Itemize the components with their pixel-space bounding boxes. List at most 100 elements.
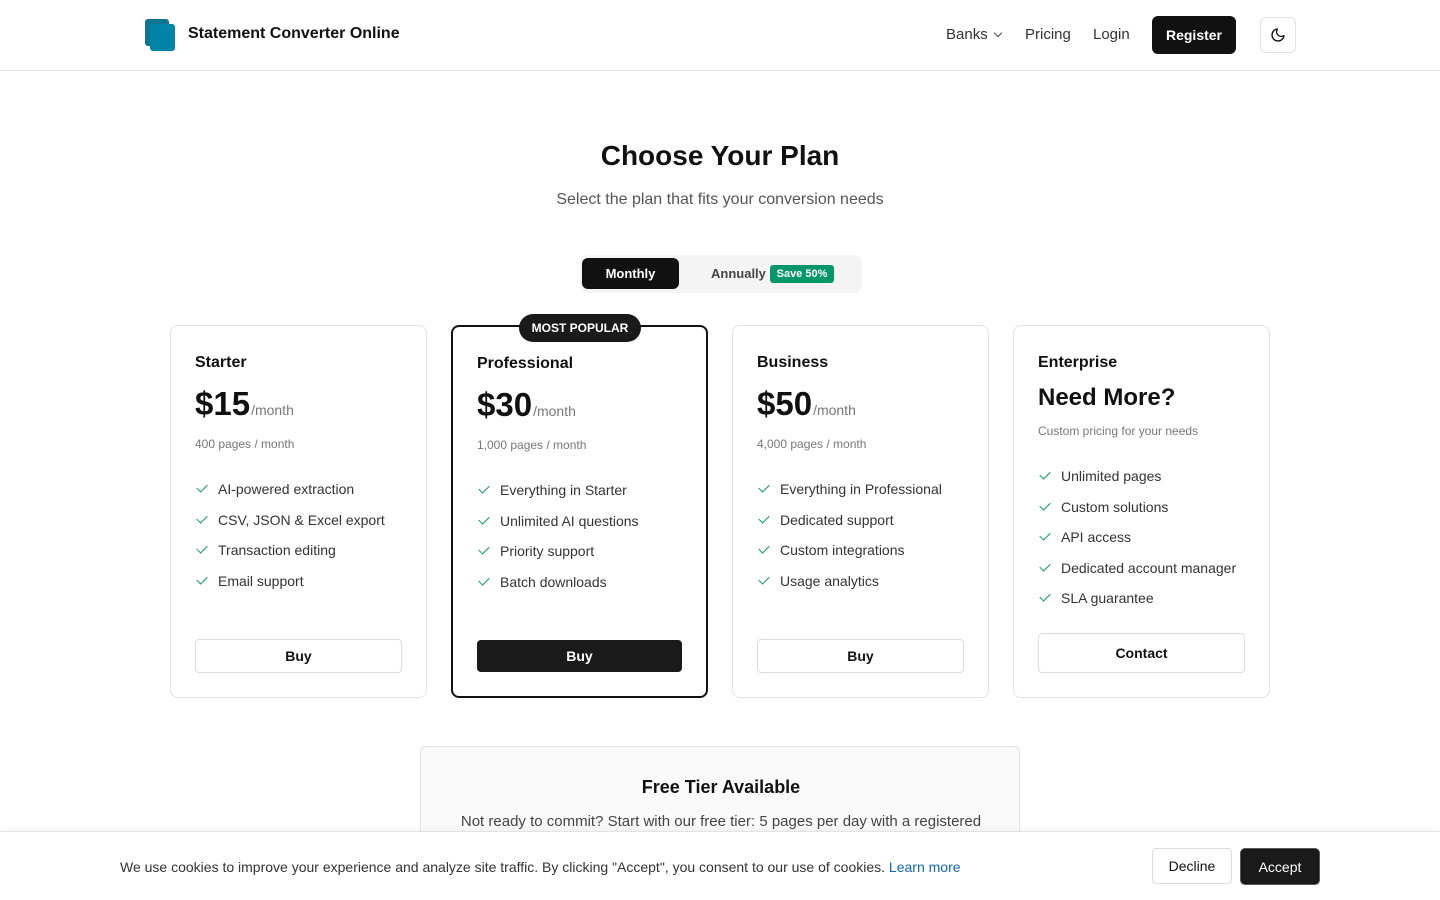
feature-label: AI-powered extraction — [218, 481, 355, 498]
plan-card-professional: Professional $30/month 1,000 pages / mon… — [451, 325, 708, 698]
price-amount: $15 — [195, 385, 251, 422]
feature-label: SLA guarantee — [1061, 590, 1154, 607]
feature-item: Dedicated support — [757, 505, 942, 536]
plan-pages: 400 pages / month — [195, 437, 295, 451]
price-amount: $50 — [757, 385, 813, 422]
feature-label: Everything in Starter — [500, 482, 627, 499]
contact-enterprise-button[interactable]: Contact — [1038, 633, 1245, 673]
check-icon — [478, 543, 490, 555]
plan-card-enterprise: Enterprise Need More? Custom pricing for… — [1013, 325, 1270, 698]
check-icon — [758, 512, 770, 524]
feature-item: Everything in Starter — [477, 475, 639, 506]
feature-item: Custom integrations — [757, 535, 942, 566]
check-icon — [758, 481, 770, 493]
plan-name: Enterprise — [1038, 354, 1118, 371]
check-icon — [1039, 529, 1051, 541]
check-icon — [196, 481, 208, 493]
moon-icon — [1271, 28, 1285, 42]
feature-item: CSV, JSON & Excel export — [195, 505, 385, 536]
page-subtitle: Select the plan that fits your conversio… — [556, 191, 884, 208]
page-title: Choose Your Plan — [600, 140, 840, 171]
check-icon — [478, 574, 490, 586]
feature-item: Everything in Professional — [757, 474, 942, 505]
cookie-message: We use cookies to improve your experienc… — [120, 858, 961, 876]
register-button[interactable]: Register — [1152, 16, 1236, 54]
brand-name[interactable]: Statement Converter Online — [188, 24, 400, 44]
feature-list: Everything in Starter Unlimited AI quest… — [477, 475, 639, 597]
nav-banks-label: Banks — [946, 26, 988, 43]
nav-pricing-link[interactable]: Pricing — [1025, 25, 1071, 45]
logo-icon[interactable] — [145, 19, 175, 51]
accept-cookies-button[interactable]: Accept — [1240, 848, 1320, 885]
nav-login-link[interactable]: Login — [1093, 25, 1130, 45]
feature-label: Dedicated account manager — [1061, 559, 1237, 576]
billing-toggle: Monthly Annually Save 50% — [580, 255, 862, 293]
feature-item: Custom solutions — [1038, 492, 1236, 523]
feature-item: Priority support — [477, 536, 639, 567]
feature-label: CSV, JSON & Excel export — [218, 511, 385, 528]
free-tier-text: Not ready to commit? Start with our free… — [460, 813, 982, 830]
price-amount: $30 — [477, 386, 533, 423]
feature-item: API access — [1038, 522, 1236, 553]
feature-list: Everything in Professional Dedicated sup… — [757, 474, 942, 596]
price-period: /month — [533, 403, 576, 419]
feature-item: Unlimited AI questions — [477, 506, 639, 537]
theme-toggle-button[interactable] — [1260, 17, 1296, 53]
plan-price: $15/month — [195, 384, 294, 431]
feature-label: Priority support — [500, 543, 595, 560]
feature-item: Unlimited pages — [1038, 461, 1236, 492]
check-icon — [1039, 560, 1051, 572]
enterprise-headline: Need More? — [1038, 384, 1176, 411]
billing-annually-option[interactable]: Annually — [711, 265, 766, 283]
feature-label: Unlimited pages — [1061, 468, 1162, 485]
plan-pages: 4,000 pages / month — [757, 437, 867, 451]
chevron-down-icon — [993, 28, 1002, 38]
feature-item: SLA guarantee — [1038, 583, 1236, 614]
plan-price: $50/month — [757, 384, 856, 431]
feature-label: Custom integrations — [780, 542, 905, 559]
cookie-text: We use cookies to improve your experienc… — [120, 859, 886, 875]
plan-pages: 1,000 pages / month — [477, 438, 587, 452]
check-icon — [196, 512, 208, 524]
site-header: Statement Converter Online Banks Pricing… — [0, 0, 1440, 71]
feature-label: Dedicated support — [780, 511, 894, 528]
plan-price: $30/month — [477, 385, 576, 432]
learn-more-link[interactable]: Learn more — [889, 859, 961, 875]
decline-cookies-button[interactable]: Decline — [1152, 848, 1232, 884]
check-icon — [478, 482, 490, 494]
plan-card-starter: Starter $15/month 400 pages / month AI-p… — [170, 325, 427, 698]
feature-label: Email support — [218, 572, 304, 589]
cookie-banner: We use cookies to improve your experienc… — [0, 831, 1440, 900]
feature-item: Usage analytics — [757, 566, 942, 597]
buy-starter-button[interactable]: Buy — [195, 639, 402, 673]
most-popular-badge: MOST POPULAR — [519, 314, 641, 342]
feature-list: AI-powered extraction CSV, JSON & Excel … — [195, 474, 385, 596]
check-icon — [1039, 590, 1051, 602]
plan-pages: Custom pricing for your needs — [1038, 424, 1199, 438]
feature-list: Unlimited pages Custom solutions API acc… — [1038, 461, 1236, 614]
feature-item: Email support — [195, 566, 385, 597]
feature-label: Custom solutions — [1061, 498, 1169, 515]
check-icon — [1039, 499, 1051, 511]
feature-label: Unlimited AI questions — [500, 512, 639, 529]
feature-item: Transaction editing — [195, 535, 385, 566]
nav-banks-dropdown[interactable]: Banks — [946, 25, 1002, 45]
feature-label: Everything in Professional — [780, 481, 942, 498]
feature-label: API access — [1061, 529, 1132, 546]
check-icon — [478, 513, 490, 525]
plan-card-business: Business $50/month 4,000 pages / month E… — [732, 325, 989, 698]
price-period: /month — [251, 402, 294, 418]
buy-business-button[interactable]: Buy — [757, 639, 964, 673]
save-badge: Save 50% — [770, 265, 834, 283]
check-icon — [758, 542, 770, 554]
check-icon — [1039, 468, 1051, 480]
check-icon — [758, 573, 770, 585]
feature-label: Transaction editing — [218, 542, 336, 559]
check-icon — [196, 542, 208, 554]
plan-name: Professional — [477, 355, 574, 372]
check-icon — [196, 573, 208, 585]
buy-professional-button[interactable]: Buy — [477, 640, 682, 672]
billing-monthly-option[interactable]: Monthly — [582, 258, 679, 289]
free-tier-title: Free Tier Available — [641, 777, 801, 797]
feature-label: Usage analytics — [780, 572, 879, 589]
